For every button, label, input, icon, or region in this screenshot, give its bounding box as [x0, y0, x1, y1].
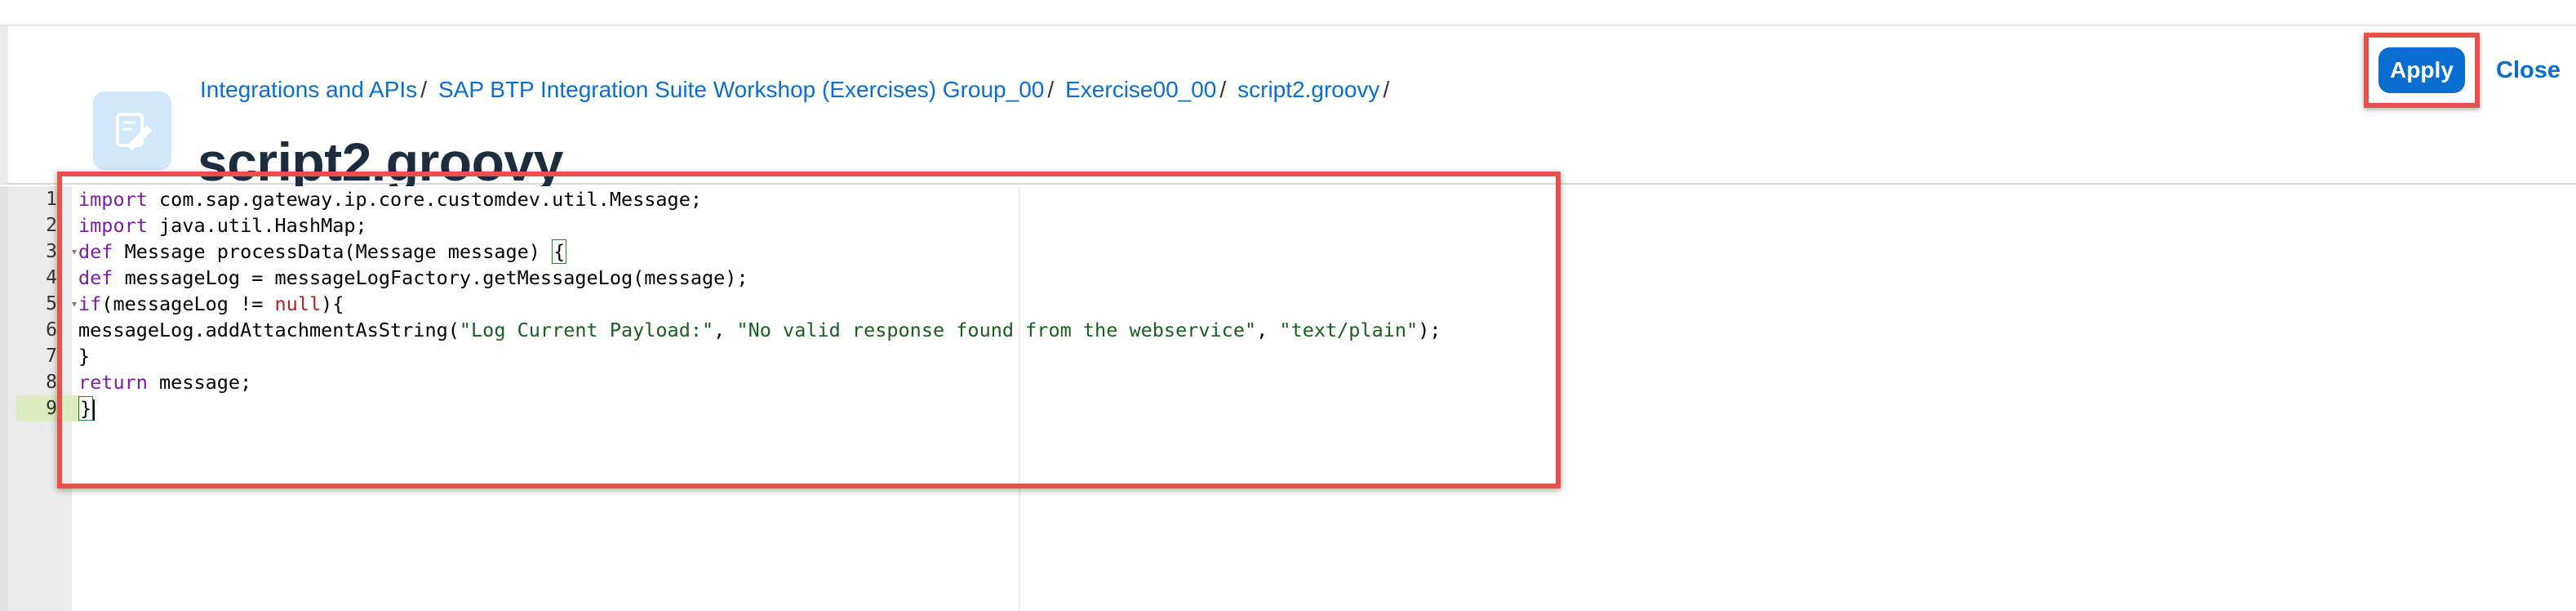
line-number-gutter: 1 2 3 ▾ 4 5 ▾ 6 7 8 9 — [0, 186, 80, 611]
string-literal: "Log Current Payload:" — [459, 319, 714, 341]
code-line-3: def Message processData(Message message)… — [78, 239, 567, 265]
code-text: messageLog = messageLogFactory.getMessag… — [113, 266, 748, 289]
code-line-8: return message; — [78, 369, 251, 395]
line-number: 5 — [46, 293, 57, 314]
null-literal: null — [274, 292, 322, 315]
matched-brace: } — [78, 396, 94, 421]
breadcrumb: Integrations and APIs / SAP BTP Integrat… — [200, 74, 1401, 106]
keyword: def — [78, 266, 113, 289]
top-strip — [0, 0, 2576, 26]
keyword: import — [78, 188, 148, 211]
code-text: (messageLog != — [101, 292, 275, 315]
line-number-active: 9 — [46, 398, 57, 419]
code-line-6: messageLog.addAttachmentAsString("Log Cu… — [78, 317, 1441, 343]
code-line-4: def messageLog = messageLogFactory.getMe… — [78, 265, 748, 291]
code-text: Message processData(Message message) — [113, 240, 553, 263]
line-number: 3 — [46, 241, 57, 262]
line-number: 4 — [46, 267, 57, 288]
code-text: , — [713, 319, 737, 341]
code-text: ){ — [321, 292, 344, 315]
breadcrumb-link-iflow[interactable]: Exercise00_00 — [1065, 77, 1216, 103]
line-number: 7 — [46, 346, 57, 367]
code-content[interactable]: import com.sap.gateway.ip.core.customdev… — [78, 186, 1548, 611]
breadcrumb-separator: / — [420, 77, 427, 102]
string-literal: "text/plain" — [1279, 319, 1419, 341]
line-number: 6 — [46, 319, 57, 341]
code-text: messageLog.addAttachmentAsString( — [78, 319, 460, 341]
code-line-9: } — [78, 395, 95, 421]
breadcrumb-separator: / — [1219, 77, 1227, 102]
keyword: def — [78, 240, 113, 263]
page-title: script2.groovy — [198, 132, 563, 192]
breadcrumb-separator: / — [1047, 77, 1055, 102]
matched-brace: { — [552, 239, 567, 264]
keyword: import — [78, 214, 148, 237]
keyword: return — [78, 371, 148, 394]
keyword: if — [78, 292, 102, 315]
code-text: ); — [1418, 319, 1441, 341]
code-text: , — [1256, 319, 1280, 341]
breadcrumb-link-package[interactable]: SAP BTP Integration Suite Workshop (Exer… — [438, 77, 1044, 103]
code-line-1: import com.sap.gateway.ip.core.customdev… — [78, 186, 702, 212]
line-number: 2 — [46, 215, 57, 236]
code-line-5: if(messageLog != null){ — [78, 291, 344, 317]
apply-button[interactable]: Apply — [2378, 47, 2465, 93]
breadcrumb-link-script[interactable]: script2.groovy — [1237, 77, 1379, 103]
page-header: Integrations and APIs / SAP BTP Integrat… — [0, 26, 2576, 192]
close-button[interactable]: Close — [2496, 52, 2560, 88]
line-number: 1 — [46, 189, 57, 210]
script-edit-icon — [93, 91, 171, 170]
breadcrumb-link-integrations[interactable]: Integrations and APIs — [200, 77, 417, 103]
string-literal: "No valid response found from the webser… — [736, 319, 1257, 341]
code-text: com.sap.gateway.ip.core.customdev.util.M… — [147, 188, 703, 211]
line-number: 8 — [46, 372, 57, 393]
code-text: java.util.HashMap; — [147, 214, 367, 237]
code-line-2: import java.util.HashMap; — [78, 212, 367, 239]
code-editor[interactable]: 1 2 3 ▾ 4 5 ▾ 6 7 8 9 import com.sap.gat… — [0, 186, 2576, 611]
code-text: message; — [147, 371, 252, 394]
code-line-7: } — [78, 345, 91, 368]
breadcrumb-separator: / — [1383, 77, 1390, 102]
text-cursor — [93, 399, 95, 421]
apply-button-highlight: Apply — [2364, 33, 2480, 108]
